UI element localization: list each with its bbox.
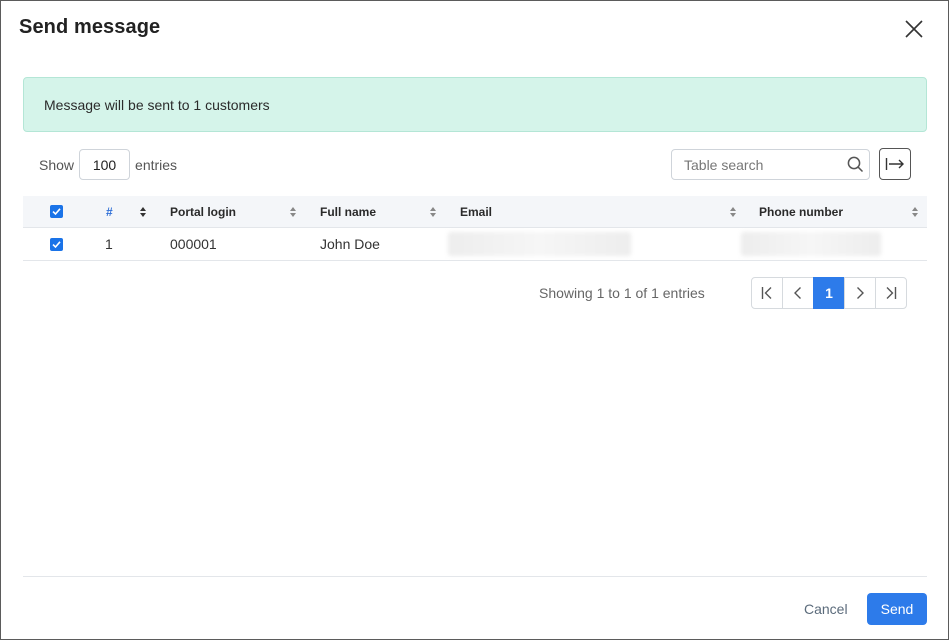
- pagination-info: Showing 1 to 1 of 1 entries: [539, 285, 705, 301]
- footer-divider: [23, 576, 927, 577]
- close-icon: [905, 20, 923, 38]
- entries-label: entries: [135, 156, 178, 173]
- row-select-cell: [50, 228, 63, 260]
- table-search-input[interactable]: [672, 150, 842, 179]
- select-all-checkbox[interactable]: [50, 205, 63, 218]
- pagination: 1: [751, 277, 907, 309]
- table-search: [671, 149, 870, 180]
- previous-page-button[interactable]: [782, 277, 814, 309]
- check-icon: [52, 208, 61, 216]
- column-header-phone-number[interactable]: Phone number: [759, 196, 843, 227]
- show-label: Show: [39, 156, 75, 173]
- row-select-checkbox[interactable]: [50, 237, 63, 251]
- sort-icon[interactable]: [139, 206, 147, 218]
- last-page-button[interactable]: [875, 277, 907, 309]
- chevron-left-icon: [794, 287, 801, 299]
- column-header-index[interactable]: #: [106, 196, 113, 227]
- alert-message: Message will be sent to 1 customers: [44, 96, 270, 113]
- sort-icon[interactable]: [729, 206, 737, 218]
- row-phone-redacted: [741, 232, 881, 256]
- column-header-full-name[interactable]: Full name: [320, 196, 376, 227]
- last-page-icon: [886, 287, 897, 299]
- first-page-icon: [761, 287, 772, 299]
- recipients-alert: Message will be sent to 1 customers: [23, 77, 927, 132]
- send-button[interactable]: Send: [867, 593, 927, 625]
- column-header-email[interactable]: Email: [460, 196, 492, 227]
- sort-icon[interactable]: [429, 206, 437, 218]
- row-email-redacted: [448, 232, 631, 256]
- close-button[interactable]: [901, 16, 927, 42]
- row-full-name: John Doe: [320, 236, 380, 252]
- table-row: 1 000001 John Doe: [23, 228, 927, 261]
- row-index: 1: [105, 236, 113, 252]
- dialog-title: Send message: [19, 16, 161, 38]
- cancel-button[interactable]: Cancel: [793, 593, 859, 625]
- sort-icon[interactable]: [289, 206, 297, 218]
- next-page-button[interactable]: [844, 277, 876, 309]
- select-all-cell: [50, 196, 63, 227]
- row-portal-login: 000001: [170, 236, 217, 252]
- export-icon: [885, 158, 904, 170]
- chevron-right-icon: [857, 287, 864, 299]
- send-message-dialog: Send message Message will be sent to 1 c…: [0, 0, 949, 640]
- page-button-current[interactable]: 1: [813, 277, 845, 309]
- first-page-button[interactable]: [751, 277, 783, 309]
- page-length-control: Show entries: [39, 149, 177, 180]
- check-icon: [52, 240, 61, 248]
- sort-icon[interactable]: [911, 206, 919, 218]
- table-header: # Portal login Full name Email Phone num…: [23, 196, 927, 228]
- export-button[interactable]: [879, 148, 911, 180]
- search-icon[interactable]: [847, 156, 864, 173]
- column-header-portal-login[interactable]: Portal login: [170, 196, 236, 227]
- page-length-input[interactable]: [79, 149, 131, 180]
